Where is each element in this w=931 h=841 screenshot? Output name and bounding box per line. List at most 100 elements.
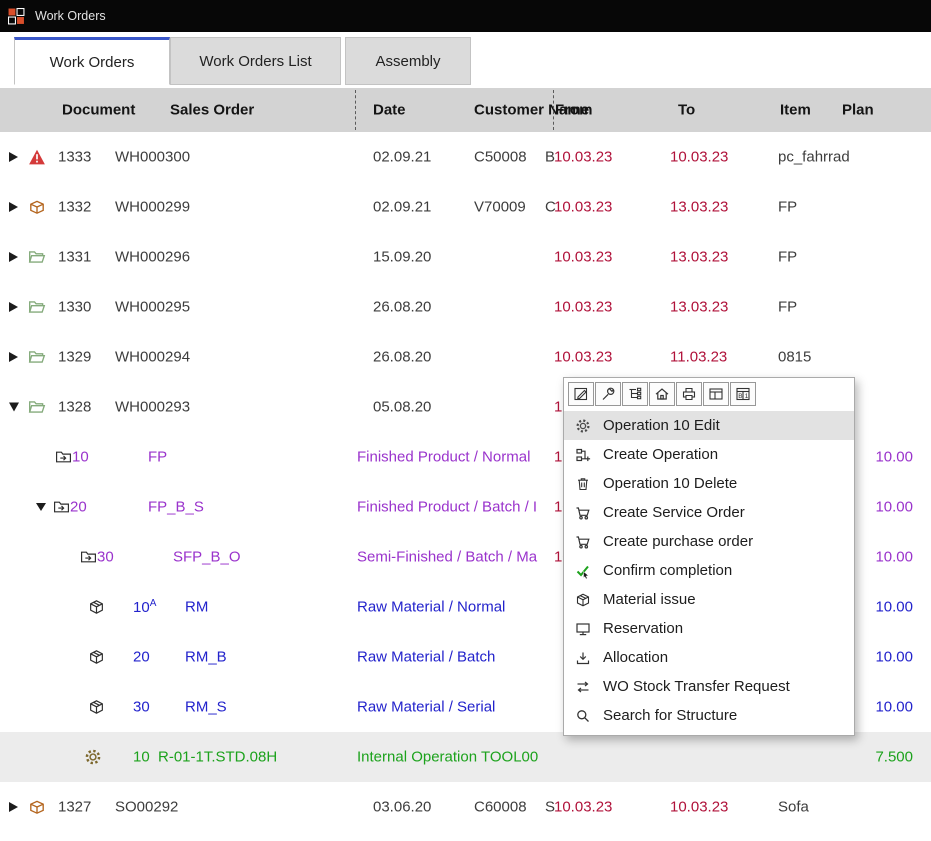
context-menu-items: Operation 10 Edit Create Operation Opera…	[564, 409, 854, 735]
menu-item-create-purchase-order[interactable]: Create purchase order	[564, 527, 854, 556]
item-description: Raw Material / Normal	[357, 600, 505, 615]
column-split-line[interactable]	[553, 90, 554, 130]
layout-button[interactable]	[703, 382, 729, 406]
tab-work-orders[interactable]: Work Orders	[14, 37, 170, 85]
expand-arrow-icon[interactable]	[9, 302, 18, 312]
package-icon	[573, 591, 593, 609]
tools-button[interactable]	[595, 382, 621, 406]
header-to[interactable]: To	[678, 102, 695, 119]
work-order-row[interactable]: 1332 WH000299 02.09.21 V70009 C 10.03.23…	[0, 182, 931, 232]
b1-form-button[interactable]	[730, 382, 756, 406]
work-order-row[interactable]: 1329 WH000294 26.08.20 10.03.23 11.03.23…	[0, 332, 931, 382]
from-date: 10.03.23	[554, 300, 612, 315]
customer-code: C60008	[474, 800, 527, 815]
to-date: 10.03.23	[670, 800, 728, 815]
menu-item-label: Search for Structure	[603, 707, 737, 724]
menu-item-label: WO Stock Transfer Request	[603, 678, 790, 695]
menu-item-operation-delete[interactable]: Operation 10 Delete	[564, 469, 854, 498]
header-from[interactable]: From	[555, 102, 593, 119]
work-order-row[interactable]: 1330 WH000295 26.08.20 10.03.23 13.03.23…	[0, 282, 931, 332]
work-order-row[interactable]: 1327 SO00292 03.06.20 C60008 S 10.03.23 …	[0, 782, 931, 832]
line-number: 10	[72, 450, 89, 465]
from-date: 10.03.23	[554, 200, 612, 215]
gear-icon	[573, 417, 593, 435]
wrench-icon	[600, 386, 616, 402]
header-plan[interactable]: Plan	[842, 102, 874, 119]
date: 02.09.21	[373, 150, 431, 165]
sales-order: WH000300	[115, 150, 190, 165]
work-order-row[interactable]: 1333 WH000300 02.09.21 C50008 B 10.03.23…	[0, 132, 931, 182]
menu-item-reservation[interactable]: Reservation	[564, 614, 854, 643]
header-item[interactable]: Item	[780, 102, 811, 119]
line-number: 10	[133, 750, 150, 765]
menu-item-label: Create Operation	[603, 446, 718, 463]
expand-arrow-icon[interactable]	[9, 352, 18, 362]
line-number: 30	[97, 550, 114, 565]
menu-item-confirm-completion[interactable]: Confirm completion	[564, 556, 854, 585]
menu-item-label: Material issue	[603, 591, 696, 608]
tab-work-orders-list[interactable]: Work Orders List	[170, 37, 341, 85]
to-date: 13.03.23	[670, 250, 728, 265]
line-number-suffix: A	[150, 598, 157, 609]
document-number: 1328	[58, 400, 91, 415]
line-number: 30	[133, 700, 150, 715]
confirm-check-icon	[573, 562, 593, 580]
menu-item-create-operation[interactable]: Create Operation	[564, 440, 854, 469]
column-split-line[interactable]	[355, 90, 356, 130]
cart-icon	[573, 533, 593, 551]
from-date: 10.03.23	[554, 800, 612, 815]
expand-arrow-icon[interactable]	[9, 202, 18, 212]
customer-code: V70009	[474, 200, 526, 215]
folder-icon	[55, 449, 72, 466]
menu-item-label: Confirm completion	[603, 562, 732, 579]
app-icon	[8, 8, 25, 25]
item-code: RM	[185, 600, 208, 615]
tab-assembly[interactable]: Assembly	[345, 37, 471, 85]
home-button[interactable]	[649, 382, 675, 406]
warning-icon	[28, 148, 46, 166]
home-icon	[654, 386, 670, 402]
collapse-arrow-icon[interactable]	[9, 403, 19, 412]
print-icon	[681, 386, 697, 402]
header-sales-order[interactable]: Sales Order	[170, 102, 254, 119]
header-document[interactable]: Document	[62, 102, 135, 119]
expand-arrow-icon[interactable]	[9, 802, 18, 812]
menu-item-material-issue[interactable]: Material issue	[564, 585, 854, 614]
resource-code: R-01-1T.STD.08H	[158, 750, 277, 765]
trash-icon	[573, 475, 593, 493]
operation-row[interactable]: 10 R-01-1T.STD.08H Internal Operation TO…	[0, 732, 931, 782]
sales-order: WH000293	[115, 400, 190, 415]
menu-item-create-service-order[interactable]: Create Service Order	[564, 498, 854, 527]
header-date[interactable]: Date	[373, 102, 406, 119]
released-folder-icon	[28, 248, 46, 266]
menu-item-label: Operation 10 Edit	[603, 417, 720, 434]
item-description: Raw Material / Batch	[357, 650, 495, 665]
date: 02.09.21	[373, 200, 431, 215]
tab-label: Work Orders	[50, 54, 135, 71]
context-menu: Operation 10 Edit Create Operation Opera…	[563, 377, 855, 736]
item-code: RM_B	[185, 650, 227, 665]
document-number: 1329	[58, 350, 91, 365]
expand-arrow-icon[interactable]	[9, 252, 18, 262]
document-number: 1331	[58, 250, 91, 265]
line-number-value: 10	[133, 599, 150, 616]
released-folder-icon	[28, 348, 46, 366]
expand-arrow-icon[interactable]	[9, 152, 18, 162]
date: 05.08.20	[373, 400, 431, 415]
line-number: 10A	[133, 599, 156, 615]
print-button[interactable]	[676, 382, 702, 406]
package-icon	[88, 599, 105, 616]
to-date: 10.03.23	[670, 150, 728, 165]
collapse-arrow-icon[interactable]	[36, 503, 46, 511]
menu-item-search-for-structure[interactable]: Search for Structure	[564, 701, 854, 730]
menu-item-allocation[interactable]: Allocation	[564, 643, 854, 672]
hierarchy-button[interactable]	[622, 382, 648, 406]
menu-item-operation-edit[interactable]: Operation 10 Edit	[564, 411, 854, 440]
work-order-row[interactable]: 1331 WH000296 15.09.20 10.03.23 13.03.23…	[0, 232, 931, 282]
allocation-icon	[573, 649, 593, 667]
edit-button[interactable]	[568, 382, 594, 406]
menu-item-wo-stock-transfer-request[interactable]: WO Stock Transfer Request	[564, 672, 854, 701]
from-date: 10.03.23	[554, 250, 612, 265]
sales-order: SO00292	[115, 800, 178, 815]
document-number: 1332	[58, 200, 91, 215]
